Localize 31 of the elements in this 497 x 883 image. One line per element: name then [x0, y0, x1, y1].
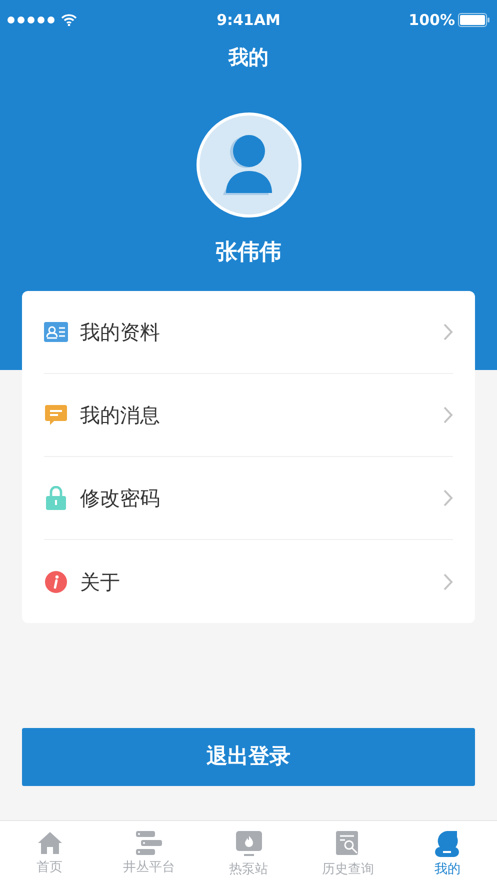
menu-item[interactable]: 关于 [44, 540, 453, 623]
logout-button[interactable]: 退出登录 [22, 728, 475, 786]
menu-item[interactable]: 我的消息 [44, 374, 453, 457]
chevron-right-icon [443, 572, 453, 590]
signal-icon [7, 16, 57, 24]
menu-item[interactable]: 我的资料 [44, 291, 453, 374]
chevron-right-icon [443, 406, 453, 424]
tab[interactable]: 热泵站 [198, 821, 298, 883]
document-search-icon [336, 831, 360, 857]
chevron-right-icon [443, 489, 453, 507]
tab[interactable]: 井丛平台 [99, 821, 199, 883]
message-icon [45, 404, 67, 426]
status-time: 9:41AM [216, 10, 280, 31]
info-icon [45, 570, 67, 592]
user-name: 张伟伟 [216, 239, 282, 267]
id-card-icon [44, 322, 68, 342]
tab[interactable]: 历史查询 [298, 821, 398, 883]
server-icon [136, 831, 162, 855]
wifi-icon [61, 14, 77, 26]
battery-icon [458, 13, 490, 27]
menu-item[interactable]: 修改密码 [44, 457, 453, 540]
tab[interactable]: 首页 [0, 821, 100, 883]
page-title: 我的 [228, 44, 268, 71]
chevron-right-icon [443, 323, 453, 341]
person-icon [435, 831, 460, 857]
battery-percent: 100% [408, 10, 455, 31]
tab[interactable]: 我的 [398, 821, 497, 883]
avatar[interactable] [196, 112, 302, 218]
home-icon [36, 831, 63, 855]
monitor-flame-icon [236, 831, 262, 857]
lock-icon [46, 486, 66, 510]
